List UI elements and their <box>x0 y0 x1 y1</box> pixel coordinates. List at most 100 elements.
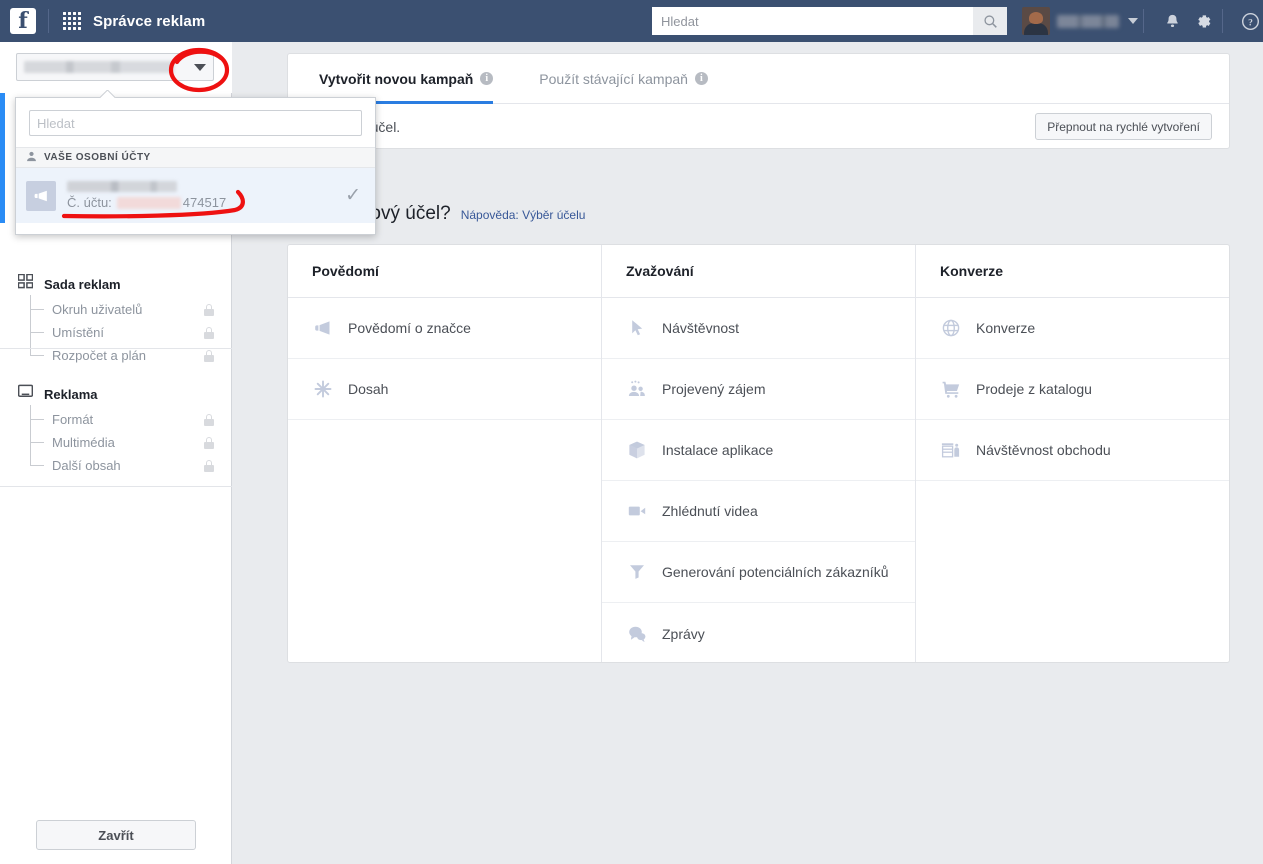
svg-text:?: ? <box>1248 18 1253 28</box>
settings-icon[interactable] <box>1191 9 1215 33</box>
account-dropdown-popover: VAŠE OSOBNÍ ÚČTY Č. účtu: 474517 ✓ <box>15 97 376 235</box>
switch-to-quick-creation-button[interactable]: Přepnout na rychlé vytvoření <box>1035 113 1212 140</box>
sidebar-item-adset[interactable]: Sada reklam <box>0 270 232 298</box>
tree-stem <box>30 309 44 310</box>
account-name-redacted <box>67 181 177 192</box>
help-objective-link[interactable]: Nápověda: Výběr účelu <box>461 208 586 222</box>
account-selector-row <box>0 42 232 93</box>
dropdown-group-label: VAŠE OSOBNÍ ÚČTY <box>44 152 151 163</box>
dropdown-group-header: VAŠE OSOBNÍ ÚČTY <box>16 147 375 168</box>
global-search[interactable] <box>652 7 1007 35</box>
account-dropdown-row[interactable]: Č. účtu: 474517 ✓ <box>16 168 375 223</box>
sidebar-divider <box>0 348 232 349</box>
tab-label: Použít stávající kampaň <box>539 70 688 87</box>
tree-stem <box>30 419 44 420</box>
close-button[interactable]: Zavřít <box>36 820 196 850</box>
search-icon <box>983 14 997 28</box>
tab-use-existing-campaign[interactable]: Použít stávající kampaň i <box>539 54 708 104</box>
header-divider-1 <box>1143 9 1144 33</box>
search-button[interactable] <box>973 7 1007 35</box>
objective-lead-generation[interactable]: Generování potenciálních zákazníků <box>602 542 915 603</box>
lock-icon <box>204 413 214 426</box>
sidebar-item-label: Sada reklam <box>44 276 121 292</box>
sidebar-item-format[interactable]: Formát <box>30 408 232 431</box>
dropdown-search-area <box>16 98 375 147</box>
lock-icon <box>204 349 214 362</box>
info-icon[interactable]: i <box>694 72 708 85</box>
sidebar-subitem-label: Multimédia <box>52 435 115 450</box>
lock-icon <box>204 459 214 472</box>
objective-traffic[interactable]: Návštěvnost <box>602 298 915 359</box>
column-header: Povědomí <box>288 245 601 298</box>
account-selector-button[interactable] <box>16 53 214 81</box>
header-divider-2 <box>1222 9 1223 33</box>
objective-label: Zprávy <box>662 625 705 642</box>
cursor-arrow-icon <box>626 317 648 339</box>
tab-bar: Vytvořit novou kampaň i Použít stávající… <box>288 54 1229 104</box>
account-name-redacted <box>24 61 174 73</box>
sidebar-item-other-content[interactable]: Další obsah <box>30 454 232 477</box>
help-icon[interactable]: ? <box>1238 9 1262 33</box>
objective-label: Konverze <box>976 320 1036 336</box>
sidebar-item-placement[interactable]: Umístění <box>30 321 232 344</box>
notifications-icon[interactable] <box>1160 9 1184 33</box>
chevron-down-icon[interactable] <box>194 63 206 71</box>
megaphone-icon <box>26 180 56 211</box>
tab-label: Vytvořit novou kampaň <box>319 70 474 87</box>
objective-label: Instalace aplikace <box>662 442 774 458</box>
objective-store-traffic[interactable]: Návštěvnost obchodu <box>916 420 1229 481</box>
lock-icon <box>204 436 214 449</box>
objective-label: Návštěvnost obchodu <box>976 442 1111 458</box>
objective-reach[interactable]: Dosah <box>288 359 601 420</box>
sidebar-section-ad: Reklama Formát Multimédia Další obsah <box>0 380 232 477</box>
account-number-redacted <box>116 196 181 209</box>
person-icon <box>26 149 37 167</box>
objective-engagement[interactable]: Projevený zájem <box>602 359 915 420</box>
info-icon[interactable]: i <box>480 72 494 85</box>
tree-stem <box>30 465 44 466</box>
search-input[interactable] <box>652 7 973 35</box>
globe-icon <box>940 317 962 339</box>
sidebar-subitem-label: Formát <box>52 412 94 427</box>
objective-conversions[interactable]: Konverze <box>916 298 1229 359</box>
user-account-menu[interactable] <box>1022 6 1138 36</box>
check-icon: ✓ <box>345 185 361 206</box>
objective-label: Dosah <box>348 381 389 397</box>
sidebar-item-ad[interactable]: Reklama <box>0 380 232 408</box>
reach-burst-icon <box>312 378 334 400</box>
tab-create-new-campaign[interactable]: Vytvořit novou kampaň i <box>319 54 494 104</box>
objective-app-installs[interactable]: Instalace aplikace <box>602 420 915 481</box>
sidebar-subitem-label: Umístění <box>52 325 105 340</box>
objective-catalog-sales[interactable]: Prodeje z katalogu <box>916 359 1229 420</box>
apps-grid-icon[interactable] <box>63 12 81 30</box>
column-header: Konverze <box>916 245 1229 298</box>
account-number-label: Č. účtu: <box>67 195 112 210</box>
column-header: Zvažování <box>602 245 915 298</box>
campaign-tabs-card: Vytvořit novou kampaň i Použít stávající… <box>287 53 1230 149</box>
objective-label: Projevený zájem <box>662 381 766 397</box>
account-search-input[interactable] <box>29 110 362 136</box>
active-step-indicator <box>0 93 5 223</box>
sidebar-item-label: Reklama <box>44 386 98 402</box>
sidebar-subitem-label: Okruh uživatelů <box>52 302 143 317</box>
megaphone-icon <box>312 317 334 339</box>
objective-messages[interactable]: Zprávy <box>602 603 915 664</box>
sidebar-subitem-label: Další obsah <box>52 458 121 473</box>
tree-stem <box>30 332 44 333</box>
shopping-cart-icon <box>940 378 962 400</box>
objective-video-views[interactable]: Zhlédnutí videa <box>602 481 915 542</box>
sidebar-item-audience[interactable]: Okruh uživatelů <box>30 298 232 321</box>
objective-brand-awareness[interactable]: Povědomí o značce <box>288 298 601 359</box>
objective-column-awareness: Povědomí Povědomí o značce Dosah <box>288 245 601 662</box>
objective-label: Prodeje z katalogu <box>976 381 1092 397</box>
chat-bubbles-icon <box>626 623 648 645</box>
topbar-divider <box>48 9 49 33</box>
sidebar-item-media[interactable]: Multimédia <box>30 431 232 454</box>
adset-grid-icon <box>17 273 34 294</box>
popover-arrow <box>100 90 116 98</box>
objective-subbar: Vyberte účel. Přepnout na rychlé vytvoře… <box>288 104 1229 149</box>
account-number-visible: 474517 <box>182 195 227 210</box>
facebook-logo[interactable]: f <box>10 8 36 34</box>
lock-icon <box>204 303 214 316</box>
app-title: Správce reklam <box>93 12 206 30</box>
